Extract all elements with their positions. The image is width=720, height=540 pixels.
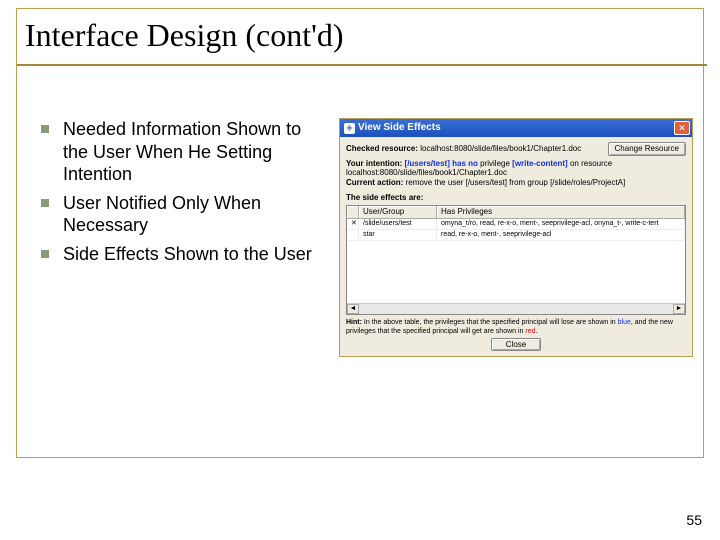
bullet-text: User Notified Only When Necessary [63,192,331,237]
checked-value: localhost:8080/slide/files/book1/Chapter… [420,144,581,153]
intention-priv-label: privilege [480,159,510,168]
scroll-left-icon[interactable]: ◄ [347,304,359,314]
hint-blue: blue [618,319,631,326]
change-resource-button[interactable]: Change Resource [608,142,686,156]
row-icon: ✕ [347,219,359,229]
row-priv: read, re-x-o, ment-, seeprivilege-acl [437,230,685,240]
intention-label: Your intention: [346,159,402,168]
bullet-text: Needed Information Shown to the User Whe… [63,118,331,186]
dialog-titlebar[interactable]: ◈ View Side Effects ✕ [340,119,692,137]
current-action-label: Current action: [346,178,403,187]
table-header: User/Group Has Privileges [347,206,685,219]
current-action-line: Current action: remove the user [/users/… [346,178,686,188]
checked-resource-text: Checked resource: localhost:8080/slide/f… [346,144,581,154]
intention-suffix: on resource [570,159,612,168]
window-icon: ◈ [344,123,355,134]
resource-line: localhost:8080/slide/files/book1/Chapter… [346,168,686,178]
intention-priv-value: [write-content] [512,159,568,168]
bullet-text: Side Effects Shown to the User [63,243,312,266]
hint-red: red [525,328,535,335]
scroll-right-icon[interactable]: ► [673,304,685,314]
list-item: Needed Information Shown to the User Whe… [41,118,331,186]
intention-user: [/users/test] [405,159,450,168]
current-action-value: remove the user [/users/test] from group… [406,178,626,187]
bullet-icon [41,199,49,207]
close-button[interactable]: Close [491,338,541,351]
dialog-footer: Close [346,340,686,350]
side-effects-table: User/Group Has Privileges ✕ /slide/users… [346,205,686,315]
col-user-group[interactable]: User/Group [359,206,437,218]
list-item: Side Effects Shown to the User [41,243,331,266]
content-row: Needed Information Shown to the User Whe… [17,58,703,357]
page-number: 55 [686,512,702,528]
checked-resource-row: Checked resource: localhost:8080/slide/f… [346,142,686,156]
dialog-body: Checked resource: localhost:8080/slide/f… [340,137,692,356]
title-underline [17,64,707,66]
hint-label: Hint: [346,319,362,326]
intention-line: Your intention: [/users/test] has no pri… [346,159,686,169]
table-row[interactable]: star read, re-x-o, ment-, seeprivilege-a… [347,230,685,241]
bullet-list: Needed Information Shown to the User Whe… [41,118,331,271]
row-priv: omyna_t/ro, read, re-x-o, ment-, seepriv… [437,219,685,229]
side-effects-label: The side effects are: [346,193,686,203]
dialog-title: View Side Effects [358,122,674,134]
intention-mid: has no [452,159,478,168]
hint-body-1: In the above table, the privileges that … [364,319,616,326]
slide-frame: Interface Design (cont'd) Needed Informa… [16,8,704,458]
row-ug: /slide/users/test [359,219,437,229]
page-title: Interface Design (cont'd) [17,9,703,58]
bullet-icon [41,250,49,258]
bullet-icon [41,125,49,133]
table-row[interactable]: ✕ /slide/users/test omyna_t/ro, read, re… [347,219,685,230]
hint-text: Hint: In the above table, the privileges… [346,319,686,337]
row-ug: star [359,230,437,240]
row-icon [347,230,359,240]
side-effects-dialog: ◈ View Side Effects ✕ Checked resource: … [339,118,693,357]
close-icon[interactable]: ✕ [674,121,690,135]
scrollbar-horizontal[interactable]: ◄ ► [347,303,685,314]
checked-label: Checked resource: [346,144,418,153]
col-has-privileges[interactable]: Has Privileges [437,206,685,218]
list-item: User Notified Only When Necessary [41,192,331,237]
col-icon[interactable] [347,206,359,218]
